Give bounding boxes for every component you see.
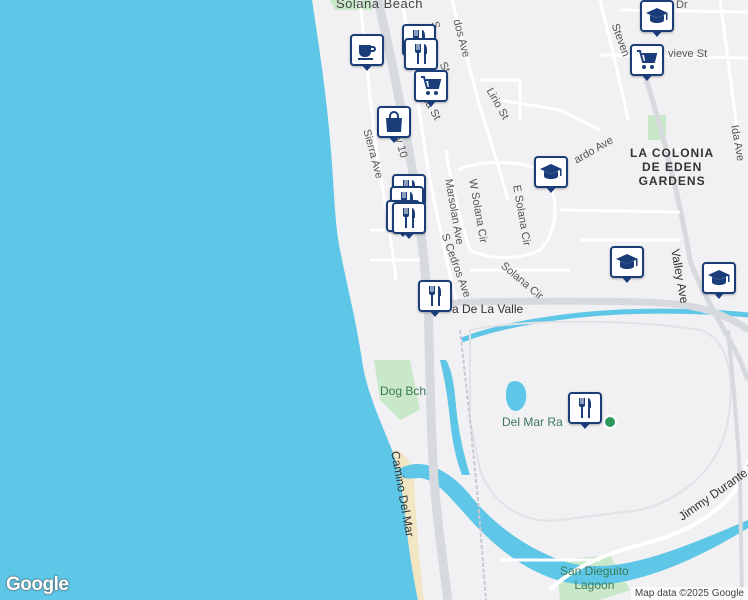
restaurant-pin[interactable]: [418, 280, 452, 318]
grid-road: [559, 208, 681, 214]
school-pin[interactable]: [640, 0, 674, 38]
map-base-layer: [0, 0, 748, 600]
restaurant-icon: [404, 38, 438, 70]
school-icon: [702, 262, 736, 294]
pin-pointer: [425, 100, 437, 107]
map-attribution[interactable]: Map data ©2025 Google: [630, 587, 748, 600]
shopping-cart-icon: [414, 70, 448, 102]
label-adr: Dr: [676, 0, 688, 11]
pin-pointer: [361, 64, 373, 71]
pin-pointer: [403, 232, 415, 239]
east-road: [726, 329, 744, 600]
pin-pointer: [641, 74, 653, 81]
valley-ave-road: [637, 59, 748, 381]
school-icon: [640, 0, 674, 32]
restaurant-pin[interactable]: [392, 202, 426, 240]
pin-pointer: [388, 136, 400, 143]
label-genevieve: vieve St: [668, 48, 708, 60]
shopping-cart-icon: [630, 44, 664, 76]
label-del-mar-racetrack[interactable]: Del Mar Ra: [502, 415, 563, 429]
grid-road: [499, 98, 601, 132]
label-dog-beach[interactable]: Dog Bch: [380, 384, 426, 398]
label-la-colonia: LA COLONIA DE EDEN GARDENS: [630, 146, 715, 188]
school-icon: [610, 246, 644, 278]
pond: [505, 380, 527, 411]
shopping-bag-icon: [377, 106, 411, 138]
shopping-bag-pin[interactable]: [377, 106, 411, 144]
pin-pointer: [651, 30, 663, 37]
label-via-de-la-valle: a De La Valle: [452, 302, 524, 316]
map-canvas[interactable]: Solana Beach LA COLONIA DE EDEN GARDENS …: [0, 0, 748, 600]
school-pin[interactable]: [534, 156, 568, 194]
coffee-pin[interactable]: [350, 34, 384, 72]
shopping-cart-pin[interactable]: [414, 70, 448, 108]
school-icon: [534, 156, 568, 188]
pin-pointer: [429, 310, 441, 317]
google-logo[interactable]: Google: [6, 574, 69, 596]
racetrack-poi-dot[interactable]: [603, 415, 617, 429]
school-pin[interactable]: [702, 262, 736, 300]
restaurant-icon: [418, 280, 452, 312]
restaurant-icon: [392, 202, 426, 234]
stevens-road: [598, 0, 630, 121]
label-san-dieguito-lagoon[interactable]: San Dieguito Lagoon: [560, 564, 629, 592]
school-pin[interactable]: [610, 246, 644, 284]
restaurant-pin[interactable]: [568, 392, 602, 430]
pin-pointer: [621, 276, 633, 283]
pin-pointer: [545, 186, 557, 193]
pin-pointer: [713, 292, 725, 299]
restaurant-icon: [568, 392, 602, 424]
lagoon-channel: [440, 360, 470, 475]
ocean: [0, 0, 418, 600]
label-solana-beach: Solana Beach: [336, 0, 423, 11]
coffee-icon: [350, 34, 384, 66]
pin-pointer: [579, 422, 591, 429]
shopping-cart-pin[interactable]: [630, 44, 664, 82]
